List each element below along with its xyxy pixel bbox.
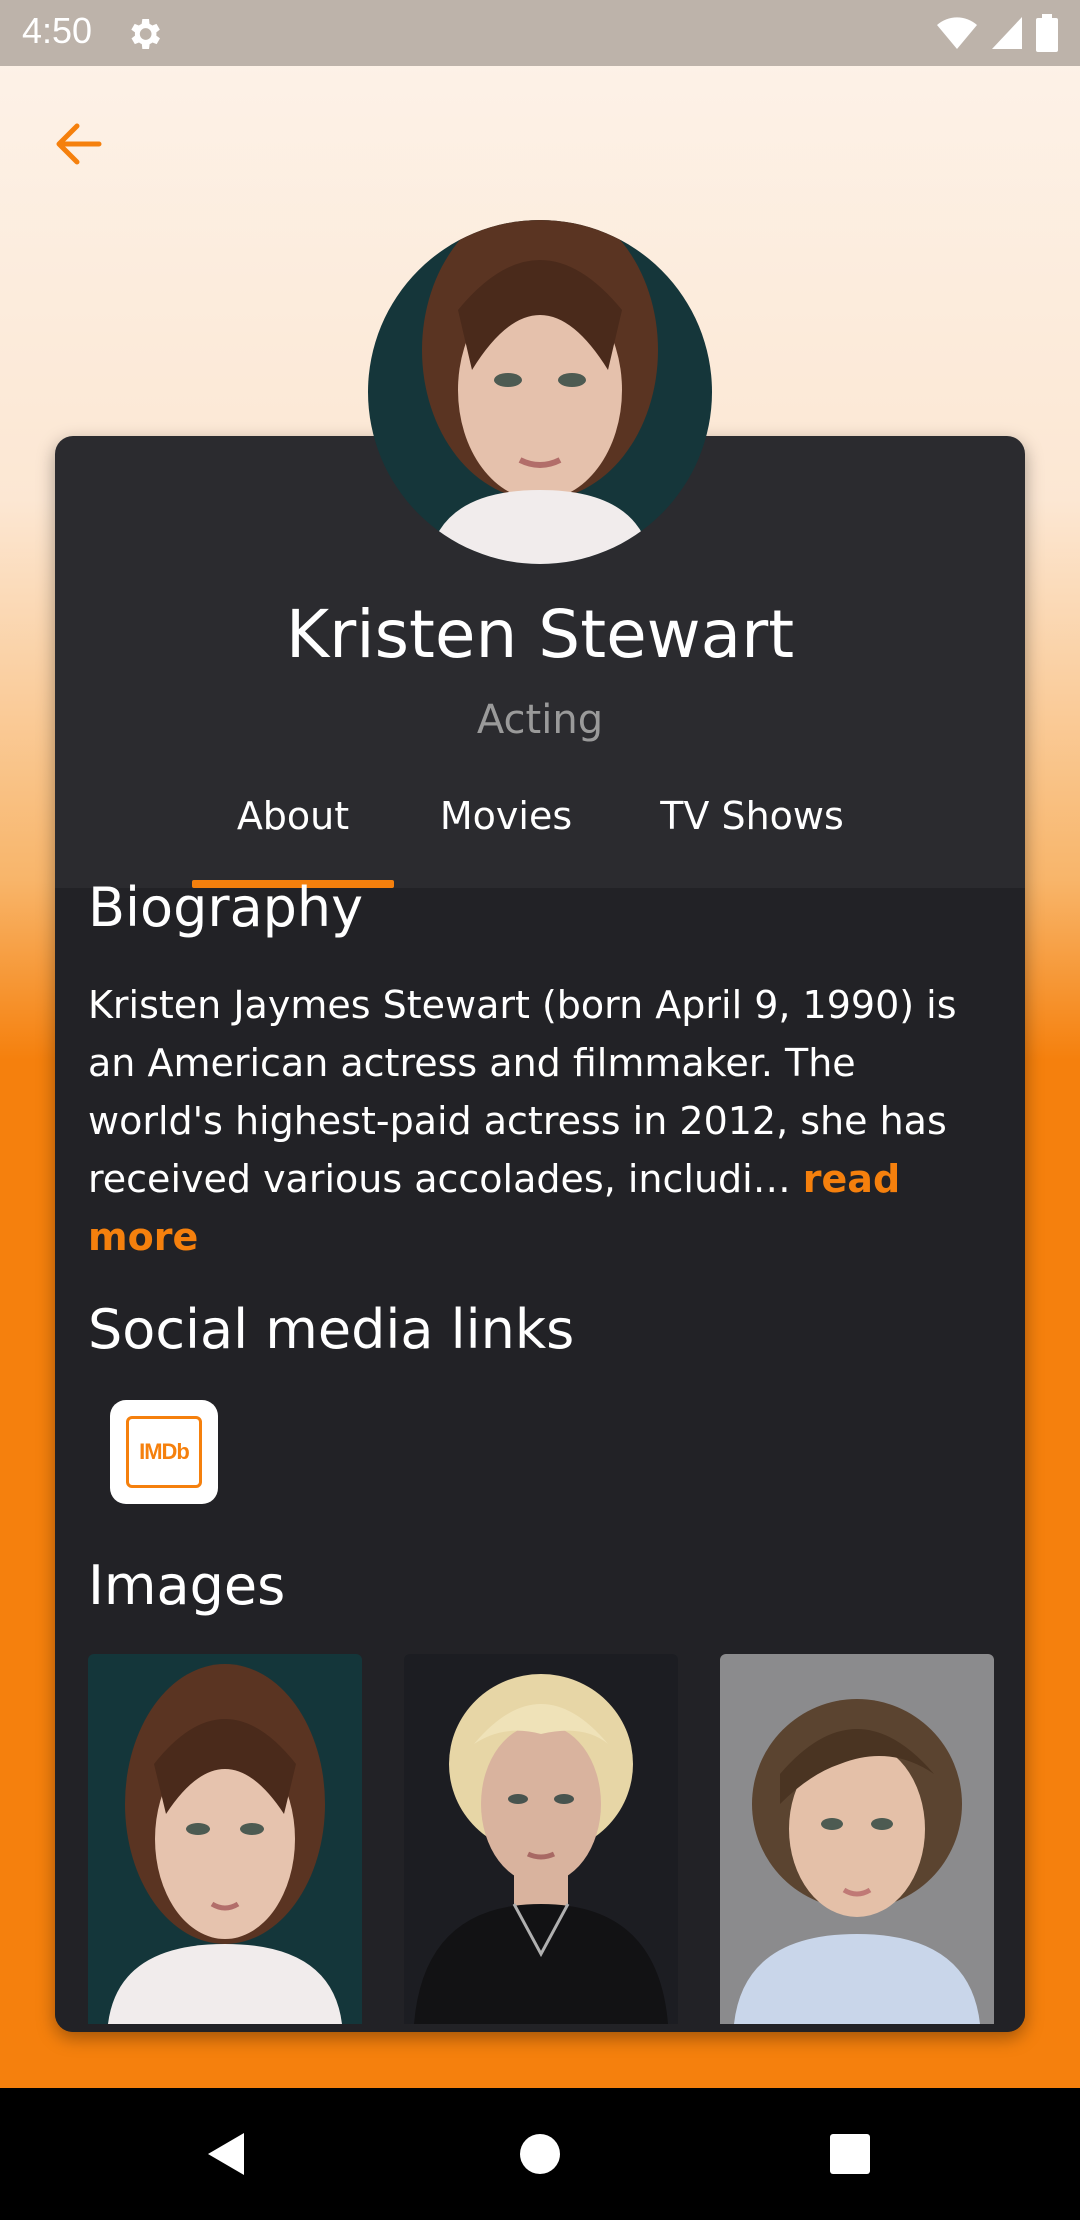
imdb-icon: IMDb [126,1416,202,1488]
gallery-image[interactable] [88,1654,362,2024]
back-button[interactable] [48,114,108,174]
status-bar: 4:50 [0,0,1080,66]
biography-text: Kristen Jaymes Stewart (born April 9, 19… [88,976,968,1266]
gallery-image[interactable] [720,1654,994,2024]
images-title: Images [88,1554,286,1617]
social-links-title: Social media links [88,1298,575,1361]
wifi-icon [937,17,977,49]
profile-avatar [368,220,712,564]
nav-back-icon [208,2133,244,2175]
arrow-back-icon [56,123,102,165]
tab-about[interactable]: About [192,792,394,888]
tab-movies[interactable]: Movies [422,792,590,888]
settings-gear-icon [131,19,160,49]
imdb-link-button[interactable]: IMDb [110,1400,218,1504]
gallery-image[interactable] [404,1654,678,2024]
nav-back-button[interactable] [196,2124,256,2184]
battery-icon [1036,14,1058,52]
nav-home-icon [520,2134,560,2174]
system-navigation-bar [0,2088,1080,2220]
person-department: Acting [476,697,604,743]
status-time: 4:50 [22,10,93,51]
cell-signal-icon [992,17,1022,49]
nav-recents-button[interactable] [820,2124,880,2184]
biography-title: Biography [88,876,364,939]
person-name: Kristen Stewart [285,596,795,673]
nav-recents-icon [830,2134,870,2174]
tab-tv-shows[interactable]: TV Shows [640,792,864,888]
tab-bar: About Movies TV Shows [0,792,1080,888]
nav-home-button[interactable] [510,2124,570,2184]
